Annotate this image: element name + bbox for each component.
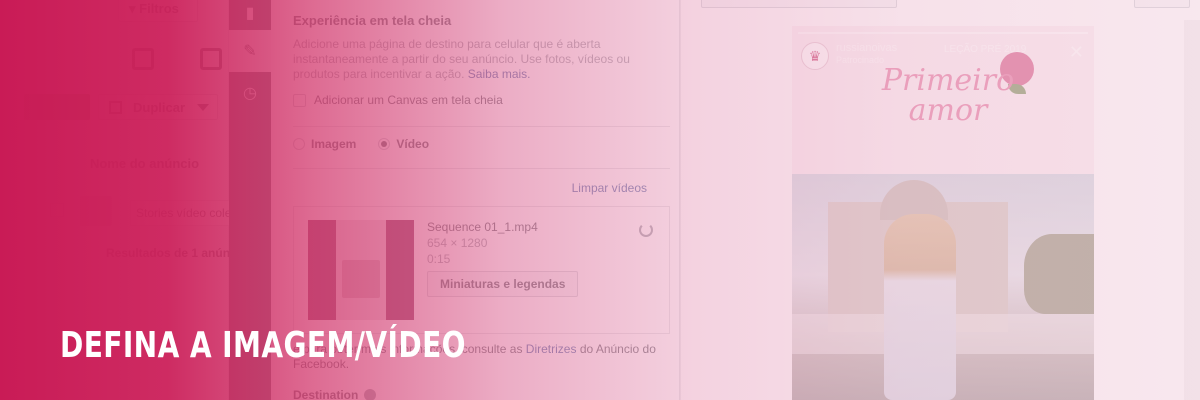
radio-image-dot[interactable] <box>293 138 305 150</box>
filter-button[interactable]: ▾ Filtros <box>118 0 198 22</box>
brand-name[interactable]: russianoivas <box>836 42 897 54</box>
story-progress-bar <box>798 32 1088 34</box>
filter-label: Filtros <box>139 1 179 16</box>
video-filename: Sequence 01_1.mp4 <box>427 220 538 234</box>
clear-videos-link[interactable]: Limpar vídeos <box>572 181 647 195</box>
video-dimensions: 654 × 1280 <box>427 236 488 250</box>
preview-scrollbar[interactable] <box>1184 20 1200 400</box>
duplicate-label: Duplicar <box>133 100 186 115</box>
preview-selector[interactable] <box>701 0 897 8</box>
learn-more-link[interactable]: Saiba mais. <box>468 67 531 81</box>
guidelines-link[interactable]: Diretrizes <box>526 342 577 356</box>
tree <box>1024 234 1094 314</box>
preview-actions[interactable] <box>1134 0 1190 8</box>
pencil-icon[interactable]: ✎ <box>229 30 271 72</box>
divider <box>293 168 670 169</box>
view-icons <box>60 48 222 74</box>
video-info: Sequence 01_1.mp4 654 × 1280 0:15 <box>427 219 538 267</box>
description-text: Adicione uma página de destino para celu… <box>293 37 630 81</box>
headline: DEFINA A IMAGEM/VÍDEO <box>60 325 466 366</box>
sponsored-label: Patrocinado <box>836 55 885 65</box>
radio-video-dot[interactable] <box>378 138 391 150</box>
row-checkbox[interactable] <box>50 203 64 217</box>
canvas-checkbox-label: Adicionar um Canvas em tela cheia <box>314 93 503 107</box>
ad-thumbnail <box>80 196 112 226</box>
edit-button[interactable] <box>24 94 90 120</box>
video-thumbnail[interactable] <box>308 220 414 320</box>
radio-video-label: Vídeo <box>396 137 430 151</box>
radio-video[interactable]: Vídeo <box>378 137 429 151</box>
layout-icon[interactable] <box>132 48 154 70</box>
video-duration: 0:15 <box>427 252 451 266</box>
section-description: Adicione uma página de destino para celu… <box>293 37 668 82</box>
thumbnails-captions-button[interactable]: Miniaturas e legendas <box>427 271 579 297</box>
preview-icon[interactable] <box>200 48 222 70</box>
video-card: Sequence 01_1.mp4 654 × 1280 0:15 Miniat… <box>293 206 670 334</box>
duplicate-icon <box>109 101 122 114</box>
refresh-icon[interactable] <box>639 223 653 237</box>
story-preview: ♛ russianoivas Patrocinado LEÇÃO PRÉ 201… <box>792 26 1094 400</box>
chevron-down-icon[interactable] <box>197 104 209 111</box>
table-row[interactable]: Stories vídeo coleç <box>50 196 260 226</box>
clock-icon[interactable]: ◷ <box>229 72 271 114</box>
section-title: Experiência em tela cheia <box>293 13 452 28</box>
canvas-checkbox[interactable] <box>293 93 306 107</box>
divider <box>293 126 670 127</box>
media-type-radios: Imagem Vídeo <box>293 137 429 151</box>
duplicate-button[interactable]: Duplicar <box>98 94 218 120</box>
brand-avatar[interactable]: ♛ <box>801 42 829 70</box>
script-title: Primeiro amor <box>881 63 1015 128</box>
story-photo <box>792 174 1094 400</box>
results-count: Resultados de 1 anúnc <box>106 246 237 260</box>
destination-label: Destination <box>293 388 359 400</box>
close-icon[interactable]: ✕ <box>1069 42 1084 63</box>
canvas-checkbox-row[interactable]: Adicionar um Canvas em tela cheia <box>293 93 503 107</box>
performance-icon[interactable]: ▮ <box>229 0 271 34</box>
radio-image-label: Imagem <box>311 137 357 151</box>
filter-icon: ▾ <box>129 1 140 16</box>
ad-name-column-header[interactable]: Nome do anúncio <box>90 156 199 171</box>
destination-label-row: Destination <box>293 388 377 400</box>
radio-image[interactable]: Imagem <box>293 137 356 151</box>
info-icon[interactable] <box>364 389 377 400</box>
bride-figure <box>884 214 956 400</box>
